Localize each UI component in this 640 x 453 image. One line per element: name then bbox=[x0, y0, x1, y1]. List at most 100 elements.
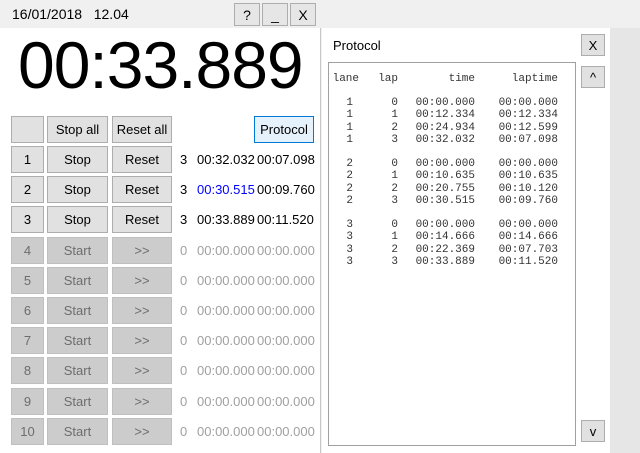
protocol-row-lane: 1 bbox=[346, 109, 353, 122]
protocol-row-time: 00:00.000 bbox=[415, 219, 475, 231]
lane-time: 00:00.000 bbox=[197, 333, 255, 349]
protocol-row-lap: 1 bbox=[391, 231, 398, 244]
protocol-row-lane: 2 bbox=[346, 158, 353, 170]
lane-start-button[interactable]: Start bbox=[47, 297, 108, 324]
lane-stop-button[interactable]: Stop bbox=[47, 176, 108, 204]
protocol-row-lane: 1 bbox=[346, 121, 353, 134]
protocol-row-lap: 2 bbox=[391, 182, 398, 195]
lane-reset-button[interactable]: Reset bbox=[112, 206, 172, 234]
lap-count: 0 bbox=[180, 393, 188, 409]
lane-next-button[interactable]: >> bbox=[112, 266, 172, 294]
lane-number-button[interactable]: 4 bbox=[11, 236, 44, 264]
protocol-row-lane: 1 bbox=[346, 97, 353, 109]
lane-number-button[interactable]: 6 bbox=[11, 297, 44, 324]
lane-number-button[interactable]: 5 bbox=[11, 266, 44, 294]
lane-laptime: 00:00.000 bbox=[257, 393, 315, 409]
lap-count: 3 bbox=[180, 212, 188, 228]
lane-number-button[interactable]: 8 bbox=[11, 357, 44, 385]
lane-time: 00:00.000 bbox=[197, 272, 255, 288]
protocol-row-time: 00:00.000 bbox=[415, 97, 475, 109]
protocol-row-laptime: 00:12.334 bbox=[498, 109, 558, 122]
protocol-close-button[interactable]: X bbox=[581, 34, 605, 56]
protocol-row-laptime: 00:00.000 bbox=[498, 219, 558, 231]
lane-laptime: 00:00.000 bbox=[257, 423, 315, 439]
protocol-row-time: 00:30.515 bbox=[415, 194, 475, 207]
protocol-row-time: 00:24.934 bbox=[415, 121, 475, 134]
protocol-button[interactable]: Protocol bbox=[254, 116, 314, 143]
date-time: 16/01/2018 12.04 bbox=[12, 6, 129, 22]
lap-count: 3 bbox=[180, 152, 188, 167]
lane-next-button[interactable]: >> bbox=[112, 297, 172, 324]
stop-all-button[interactable]: Stop all bbox=[47, 116, 108, 143]
protocol-row-time: 00:12.334 bbox=[415, 109, 475, 122]
lane-start-button[interactable]: Start bbox=[47, 236, 108, 264]
lane-number-button[interactable]: 1 bbox=[11, 146, 44, 173]
protocol-row-laptime: 00:11.520 bbox=[498, 255, 558, 268]
protocol-row-time: 00:10.635 bbox=[415, 170, 475, 183]
lap-count: 0 bbox=[180, 242, 188, 258]
protocol-row-lap: 0 bbox=[391, 158, 398, 170]
protocol-header-lap: lap bbox=[378, 73, 398, 85]
lane-reset-button[interactable]: Reset bbox=[112, 176, 172, 204]
protocol-row-laptime: 00:10.635 bbox=[498, 170, 558, 183]
lane-laptime: 00:07.098 bbox=[257, 152, 315, 167]
protocol-row-lap: 0 bbox=[391, 219, 398, 231]
scroll-up-button[interactable]: ^ bbox=[581, 66, 605, 88]
lane-number-button[interactable]: 10 bbox=[11, 417, 44, 445]
protocol-row-laptime: 00:10.120 bbox=[498, 182, 558, 195]
lane-number-button[interactable]: 2 bbox=[11, 176, 44, 204]
lane-number-button[interactable]: 9 bbox=[11, 387, 44, 415]
protocol-list: lane lap time laptime 1 0 00:00.000 00:00.000 1 1… bbox=[328, 62, 576, 446]
protocol-row-laptime: 00:07.703 bbox=[498, 243, 558, 256]
blank-button[interactable] bbox=[11, 116, 44, 143]
protocol-row-lap: 3 bbox=[391, 194, 398, 207]
lane-laptime: 00:00.000 bbox=[257, 272, 315, 288]
lane-stop-button[interactable]: Stop bbox=[47, 206, 108, 234]
lane-next-button[interactable]: >> bbox=[112, 417, 172, 445]
lane-start-button[interactable]: Start bbox=[47, 357, 108, 385]
protocol-row-lap: 1 bbox=[391, 109, 398, 122]
lap-count: 0 bbox=[180, 303, 188, 318]
lane-time: 00:00.000 bbox=[197, 303, 255, 318]
lane-time: 00:30.515 bbox=[197, 182, 255, 198]
lap-count: 0 bbox=[180, 333, 188, 349]
protocol-row-time: 00:20.755 bbox=[415, 182, 475, 195]
lane-laptime: 00:09.760 bbox=[257, 182, 315, 198]
lane-next-button[interactable]: >> bbox=[112, 387, 172, 415]
lane-time: 00:00.000 bbox=[197, 363, 255, 379]
lane-time: 00:33.889 bbox=[197, 212, 255, 228]
protocol-row-lane: 3 bbox=[346, 219, 353, 231]
scroll-down-button[interactable]: v bbox=[581, 420, 605, 442]
lane-stop-button[interactable]: Stop bbox=[47, 146, 108, 173]
lane-time: 00:00.000 bbox=[197, 242, 255, 258]
protocol-row-lap: 2 bbox=[391, 121, 398, 134]
window-edge bbox=[610, 28, 640, 453]
protocol-row-laptime: 00:00.000 bbox=[498, 97, 558, 109]
lane-number-button[interactable]: 7 bbox=[11, 327, 44, 355]
lane-start-button[interactable]: Start bbox=[47, 327, 108, 355]
lane-laptime: 00:00.000 bbox=[257, 363, 315, 379]
lane-time: 00:00.000 bbox=[197, 393, 255, 409]
protocol-row-lane: 2 bbox=[346, 194, 353, 207]
help-button[interactable]: ? bbox=[234, 3, 260, 26]
protocol-row-time: 00:14.666 bbox=[415, 231, 475, 244]
minimize-button[interactable]: _ bbox=[262, 3, 288, 26]
lane-reset-button[interactable]: Reset bbox=[112, 146, 172, 173]
lane-start-button[interactable]: Start bbox=[47, 266, 108, 294]
protocol-row-time: 00:32.032 bbox=[415, 133, 475, 146]
reset-all-button[interactable]: Reset all bbox=[112, 116, 172, 143]
close-button[interactable]: X bbox=[290, 3, 316, 26]
protocol-title: Protocol bbox=[333, 38, 381, 53]
lane-number-button[interactable]: 3 bbox=[11, 206, 44, 234]
protocol-row-lane: 3 bbox=[346, 255, 353, 268]
lane-time: 00:00.000 bbox=[197, 423, 255, 439]
lane-laptime: 00:00.000 bbox=[257, 303, 315, 318]
lap-count: 0 bbox=[180, 272, 188, 288]
lane-next-button[interactable]: >> bbox=[112, 327, 172, 355]
lap-count: 3 bbox=[180, 182, 188, 198]
lane-start-button[interactable]: Start bbox=[47, 417, 108, 445]
lane-next-button[interactable]: >> bbox=[112, 236, 172, 264]
lane-next-button[interactable]: >> bbox=[112, 357, 172, 385]
lane-start-button[interactable]: Start bbox=[47, 387, 108, 415]
protocol-row-lane: 3 bbox=[346, 243, 353, 256]
